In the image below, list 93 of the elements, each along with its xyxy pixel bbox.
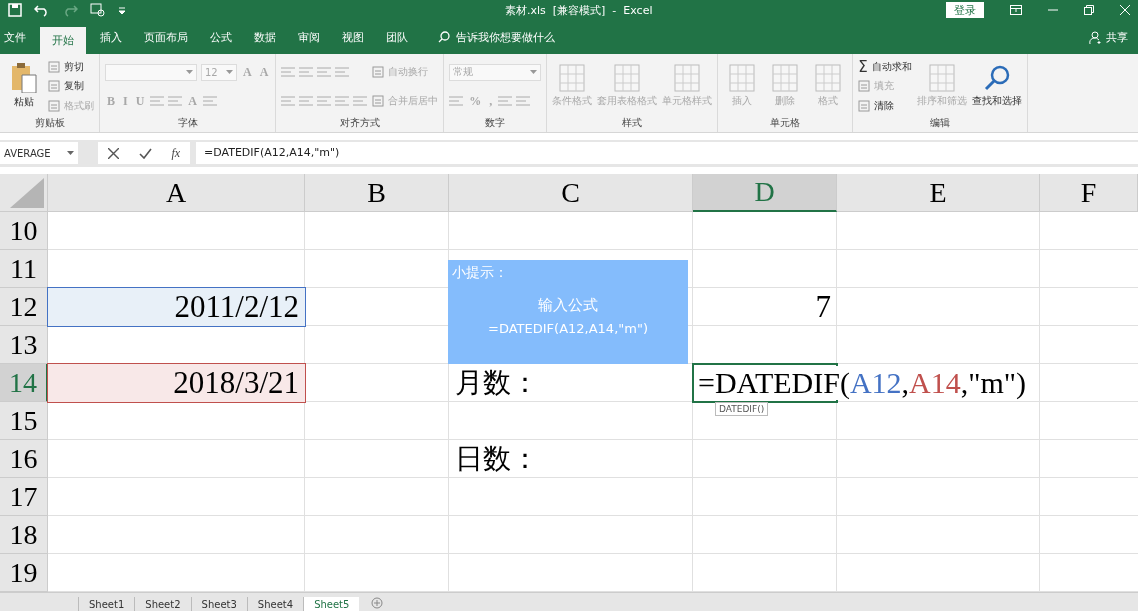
- table-cell-text: 7: [815, 289, 832, 326]
- group-label: 数字: [484, 115, 507, 130]
- ribbon-tab[interactable]: 公式: [210, 23, 232, 51]
- ribbon-button[interactable]: 粘贴: [5, 63, 43, 110]
- sheet-tab[interactable]: Sheet3: [190, 597, 247, 611]
- undo-icon[interactable]: [34, 2, 50, 17]
- customize-caret-icon[interactable]: [118, 5, 126, 14]
- ribbon-tab[interactable]: 审阅: [298, 23, 320, 51]
- caret-icon: [530, 70, 538, 75]
- caret-icon: [186, 70, 193, 75]
- name-box[interactable]: AVERAGE: [0, 142, 78, 165]
- touch-mode-icon[interactable]: [90, 2, 106, 17]
- window-title: 素材.xls [兼容模式] - Excel: [505, 3, 653, 18]
- small-command-icon: [48, 80, 60, 93]
- table-cell: 2011/2/12: [47, 287, 306, 328]
- small-command-icon: [372, 65, 385, 78]
- column-header[interactable]: D: [693, 174, 837, 213]
- sheet-tab[interactable]: Sheet5: [303, 597, 360, 611]
- ribbon-tab[interactable]: 插入: [100, 23, 122, 51]
- tip-text: =DATEDIF(A12,A14,"m"): [488, 321, 648, 337]
- table-cell: 2018/3/21: [47, 363, 306, 404]
- caret-icon: [226, 70, 233, 75]
- ribbon-button[interactable]: 查找和选择: [971, 64, 1022, 109]
- table-icon: [729, 64, 756, 93]
- group-label: 字体: [176, 115, 199, 130]
- formula-input[interactable]: =DATEDIF(A12,A14,"m"): [196, 142, 1138, 165]
- ribbon-tab[interactable]: 团队: [386, 23, 408, 51]
- ribbon-tab[interactable]: 开始: [40, 27, 86, 55]
- cancel-icon[interactable]: [107, 147, 119, 159]
- table-icon: [674, 64, 701, 93]
- row-header[interactable]: 12: [0, 288, 48, 327]
- tip-text: 输入公式: [538, 296, 598, 316]
- row-header[interactable]: 14: [0, 364, 48, 403]
- table-icon: [559, 64, 586, 93]
- row-header[interactable]: 19: [0, 554, 48, 593]
- caret-icon: [67, 151, 74, 156]
- row-header[interactable]: 10: [0, 212, 48, 251]
- table-icon: [614, 64, 641, 93]
- close-icon[interactable]: [1120, 4, 1130, 15]
- select-all-corner[interactable]: [0, 174, 48, 213]
- row-header[interactable]: 16: [0, 440, 48, 479]
- small-command-icon: [372, 95, 385, 107]
- group-label: 剪贴板: [33, 115, 66, 130]
- tip-title: 小提示：: [451, 263, 508, 283]
- tell-me-text: 告诉我你想要做什么: [456, 29, 555, 45]
- ribbon-tab[interactable]: 文件: [4, 23, 26, 51]
- table-icon: [772, 64, 799, 93]
- column-header[interactable]: C: [449, 174, 693, 213]
- ribbon-tab[interactable]: 数据: [254, 23, 276, 51]
- clipboard-icon: [11, 63, 37, 94]
- ribbon-button[interactable]: 剪切: [48, 59, 84, 76]
- save-icon[interactable]: [8, 2, 22, 17]
- small-command-icon: [858, 99, 871, 112]
- ribbon-display-icon[interactable]: [1010, 4, 1022, 15]
- row-header[interactable]: 18: [0, 516, 48, 555]
- search-icon: [438, 31, 450, 44]
- ribbon-button[interactable]: 复制: [48, 78, 84, 95]
- small-command-icon: [48, 61, 60, 74]
- tell-me-search[interactable]: 告诉我你想要做什么: [438, 29, 555, 45]
- ribbon-tab[interactable]: 页面布局: [144, 23, 188, 51]
- ribbon-tab[interactable]: 视图: [342, 23, 364, 51]
- row-header[interactable]: 17: [0, 478, 48, 517]
- insert-function-button[interactable]: fx: [171, 145, 181, 161]
- group-label: 对齐方式: [338, 115, 381, 130]
- small-command-icon: [858, 80, 871, 93]
- group-label: 单元格: [769, 115, 802, 130]
- column-header[interactable]: A: [48, 174, 305, 213]
- row-header[interactable]: 11: [0, 250, 48, 289]
- small-command-icon: [48, 99, 60, 112]
- person-icon: [1089, 30, 1102, 44]
- restore-icon[interactable]: [1084, 4, 1094, 15]
- ribbon-button[interactable]: Σ 自动求和: [858, 59, 912, 76]
- group-label: 样式: [621, 115, 644, 130]
- share-button[interactable]: 共享: [1089, 29, 1138, 45]
- column-header[interactable]: F: [1040, 174, 1138, 213]
- sheet-tab[interactable]: Sheet2: [134, 597, 191, 611]
- function-tooltip: DATEDIF(): [715, 402, 769, 417]
- row-header[interactable]: 13: [0, 326, 48, 365]
- table-icon: [928, 64, 955, 93]
- add-sheet-icon[interactable]: [371, 597, 384, 609]
- row-header[interactable]: 15: [0, 402, 48, 441]
- table-icon: [815, 64, 842, 93]
- search-icon: [982, 64, 1011, 93]
- column-header[interactable]: E: [837, 174, 1040, 213]
- login-button[interactable]: 登录: [946, 1, 984, 18]
- table-cell-text: 月数：: [454, 366, 539, 401]
- check-icon[interactable]: [138, 147, 152, 159]
- table-cell-text: 日数：: [454, 442, 539, 477]
- ribbon-button[interactable]: 清除: [858, 97, 895, 114]
- group-label: 编辑: [929, 115, 952, 130]
- sheet-tab[interactable]: Sheet1: [78, 597, 135, 611]
- column-header[interactable]: B: [305, 174, 449, 213]
- redo-icon[interactable]: [62, 2, 78, 17]
